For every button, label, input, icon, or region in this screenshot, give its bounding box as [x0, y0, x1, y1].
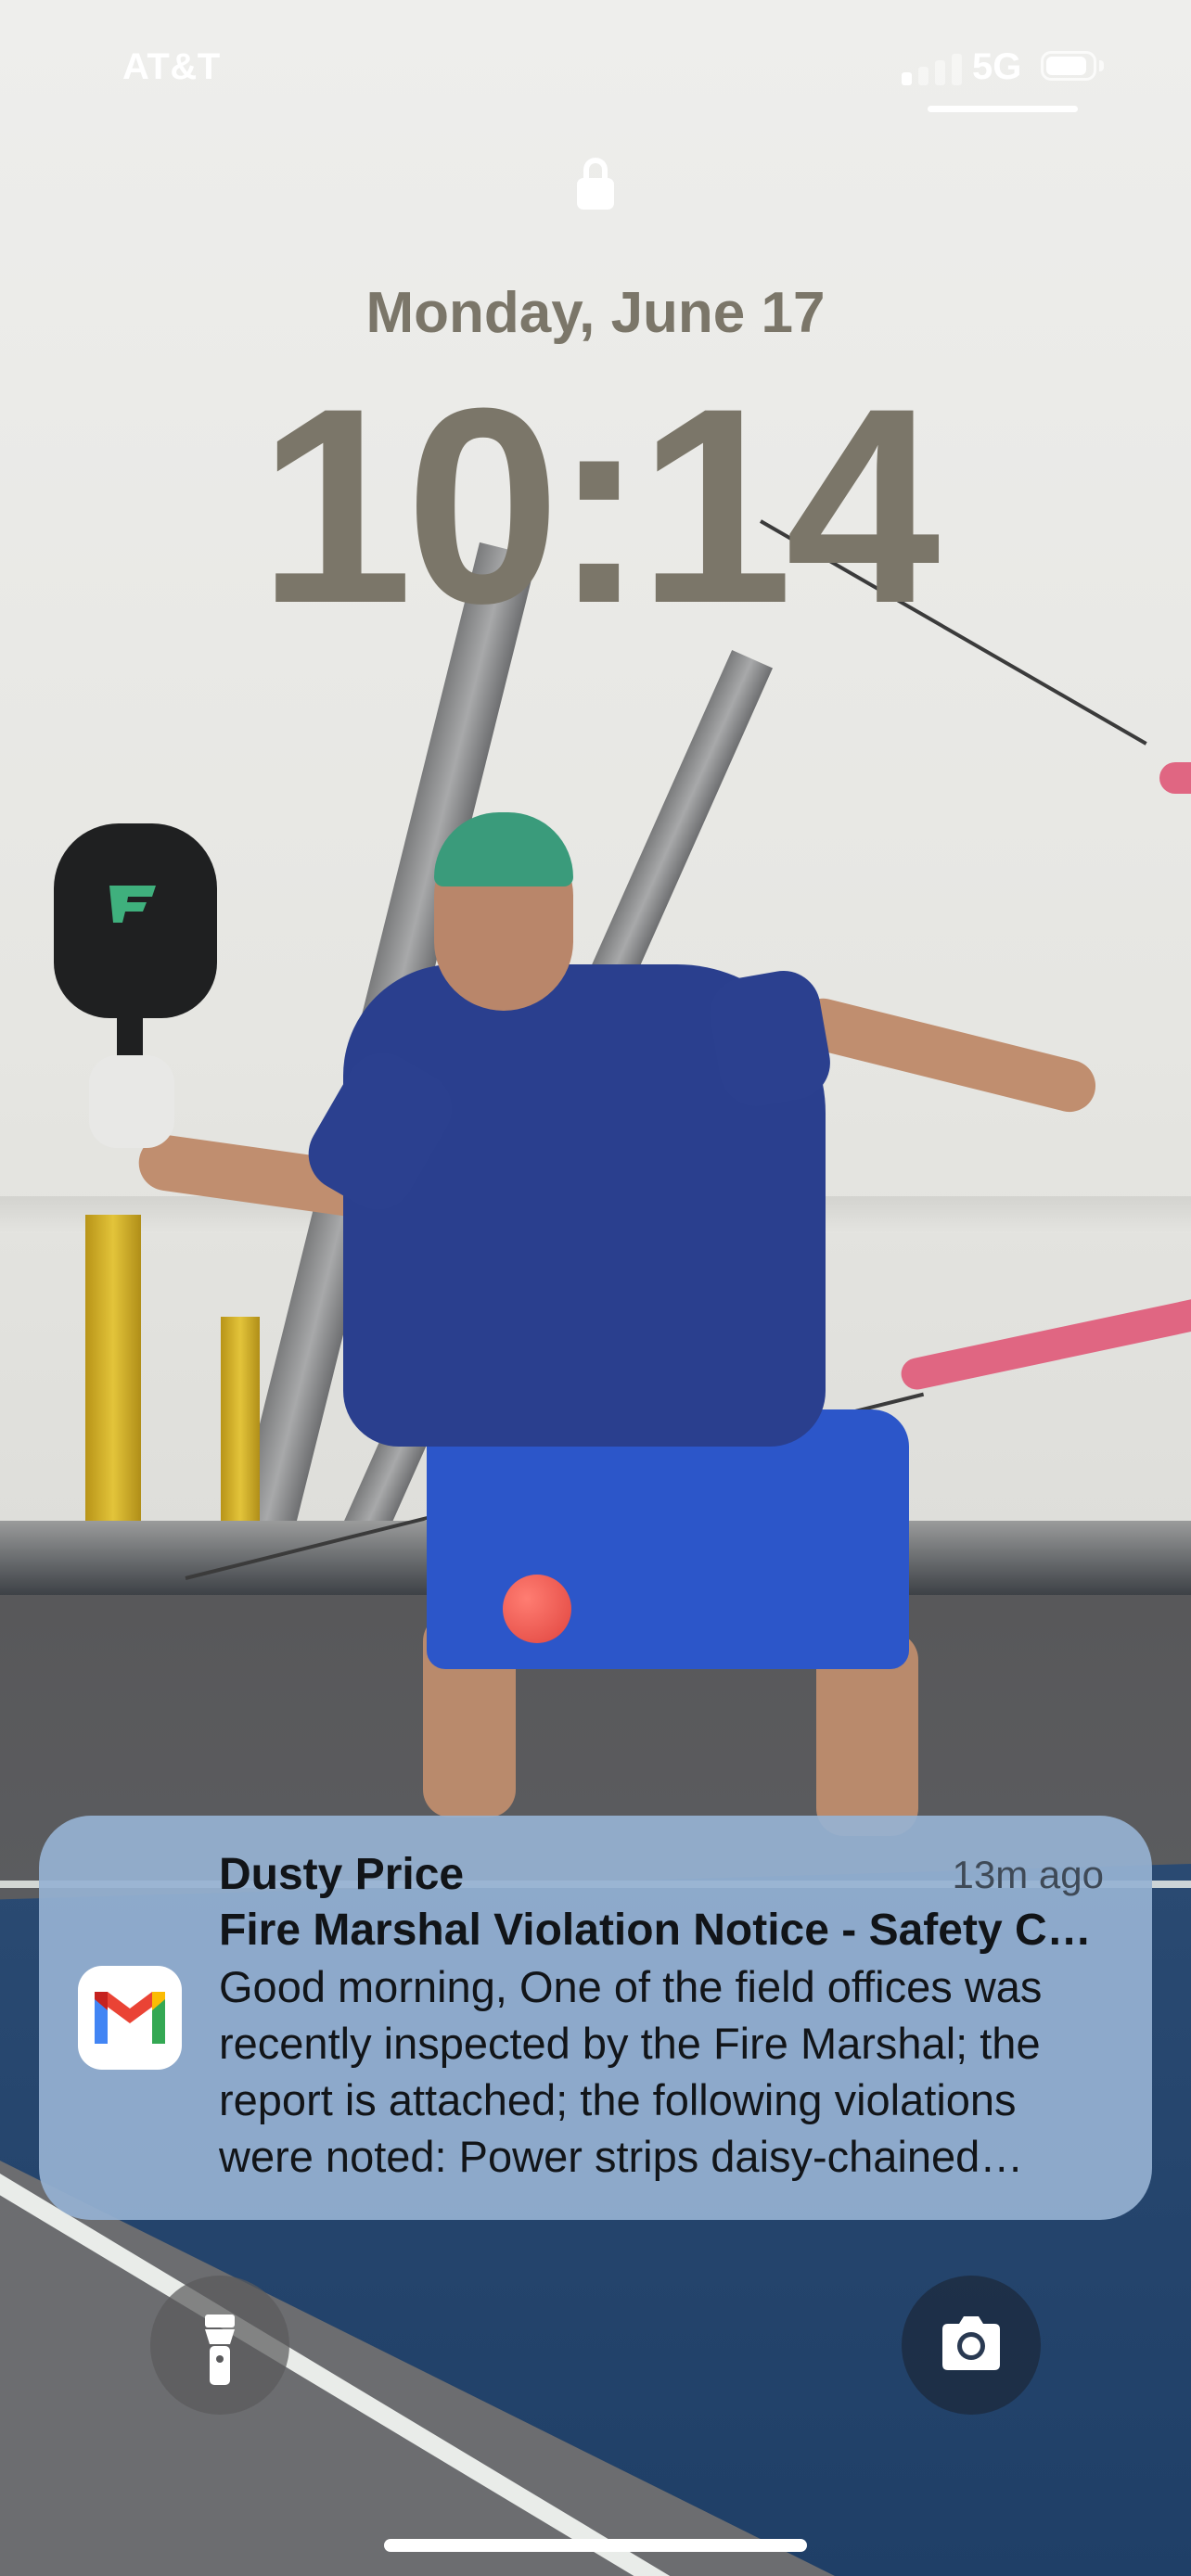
gmail-icon — [78, 1966, 182, 2070]
person-shorts — [427, 1409, 909, 1669]
cellular-signal-icon — [902, 52, 972, 85]
control-center-indicator[interactable] — [928, 106, 1078, 112]
lock-screen-clock: 10:14 — [258, 350, 940, 661]
notification-subject: Fire Marshal Violation Notice - Safety C… — [219, 1906, 1108, 1955]
notification-sender: Dusty Price — [219, 1850, 465, 1899]
camera-icon — [942, 2316, 1000, 2370]
gmail-notification[interactable]: Dusty Price 13m ago Fire Marshal Violati… — [39, 1816, 1152, 2220]
network-type-label: 5G — [972, 46, 1022, 87]
battery-cap — [1099, 60, 1104, 71]
signal-bar — [952, 54, 962, 85]
lock-icon — [577, 158, 614, 210]
foam-noodle — [898, 1295, 1191, 1393]
status-bar: AT&T 5G — [0, 0, 1191, 139]
lock-body — [577, 178, 614, 210]
foam-noodle — [1159, 762, 1191, 794]
pickleball-paddle — [54, 823, 217, 1018]
flashlight-button[interactable] — [150, 2276, 289, 2415]
carrier-label: AT&T — [122, 46, 221, 87]
lock-screen-date: Monday, June 17 — [365, 281, 826, 345]
notification-body: Good morning, One of the field offices w… — [219, 1962, 1043, 2181]
battery-icon — [1041, 51, 1108, 84]
person-arm — [791, 992, 1101, 1118]
pickleball — [503, 1575, 571, 1643]
signal-bar — [902, 72, 912, 85]
signal-bar — [935, 60, 945, 85]
signal-bar — [918, 67, 928, 85]
notification-timestamp: 13m ago — [952, 1853, 1104, 1896]
yellow-post — [85, 1215, 141, 1549]
battery-level-fill — [1046, 57, 1086, 75]
flashlight-icon — [205, 2315, 235, 2385]
person-glove — [89, 1055, 174, 1148]
camera-button[interactable] — [902, 2276, 1041, 2415]
gmail-logo — [95, 1992, 165, 2044]
home-indicator[interactable] — [384, 2539, 807, 2552]
